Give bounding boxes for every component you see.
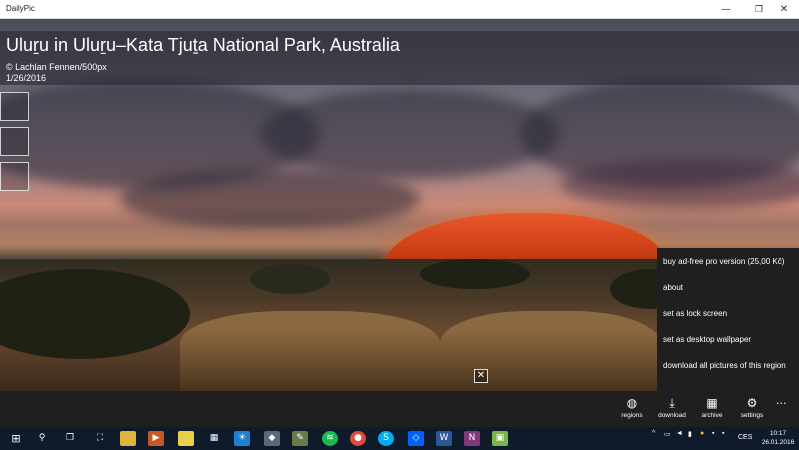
menu-item-download-all[interactable]: download all pictures of this region [663, 361, 786, 370]
download-button[interactable]: ⤓ download [652, 396, 692, 419]
weather-icon[interactable]: ☀ [234, 431, 250, 446]
bush [0, 269, 190, 359]
grass [180, 311, 440, 391]
bush [250, 264, 330, 294]
archive-button[interactable]: ▦ archive [692, 396, 732, 419]
menu-item-about[interactable]: about [663, 283, 683, 292]
download-icon: ⤓ [669, 396, 675, 410]
cloud [260, 89, 560, 179]
app-command-bar: ◍ regions ⤓ download ▦ archive ⚙ setting… [0, 391, 799, 427]
settings-label: settings [740, 412, 764, 419]
tool-icon[interactable]: ✎ [292, 431, 308, 446]
system-clock[interactable]: 10:17 26.01.2016 [758, 429, 798, 447]
volume-icon[interactable]: ◄ [676, 430, 683, 437]
network-icon[interactable]: ▭ [664, 430, 671, 438]
app-title: DailyPic [6, 4, 35, 13]
input-language[interactable]: CES [738, 434, 752, 441]
show-hidden-icons-icon[interactable]: ^ [652, 430, 655, 437]
gear-icon: ⚙ [746, 396, 758, 410]
calendar-icon: ▦ [706, 396, 718, 410]
archive-label: archive [701, 412, 723, 419]
task-view-icon[interactable]: ❐ [62, 431, 78, 446]
thumbnail-slot[interactable] [0, 92, 29, 121]
grass [440, 311, 660, 391]
close-window-button[interactable]: ✕ [769, 0, 799, 19]
tray-app-icon[interactable]: ▪ [722, 430, 724, 437]
cloud [560, 159, 799, 209]
battery-icon[interactable]: ▮ [688, 430, 692, 438]
bush [420, 259, 530, 289]
regions-button[interactable]: ◍ regions [612, 396, 652, 419]
start-icon[interactable]: ⊞ [8, 431, 24, 446]
photo-credit: © Lachlan Fennen/500px [6, 62, 107, 72]
word-icon[interactable]: W [436, 431, 452, 446]
notification-app-icon[interactable]: ● [700, 430, 704, 437]
folder-icon[interactable] [178, 431, 194, 446]
minimize-button[interactable]: — [711, 0, 741, 19]
photo-caption: Uluṟu in Uluṟu–Kata Tjuṯa National Park,… [0, 31, 799, 85]
photo-date: 1/26/2016 [6, 73, 47, 83]
taskbar: ⊞ ⚲ ❐ ⛶ ▶ ▦ ☀ ◆ ✎ ≋ ● S ◇ W N ▣ ^ ▭ ◄ ▮ … [0, 427, 799, 450]
clock-time: 10:17 [769, 430, 787, 437]
menu-item-buy-pro[interactable]: buy ad-free pro version (25,00 Kč) [663, 257, 784, 266]
paint-icon[interactable]: ◆ [264, 431, 280, 446]
spotify-icon[interactable]: ≋ [322, 431, 338, 446]
clock-date: 26.01.2016 [761, 439, 795, 446]
globe-icon: ◍ [626, 396, 638, 410]
tray-app-icon[interactable]: ▪ [712, 430, 714, 437]
menu-item-desktop-wallpaper[interactable]: set as desktop wallpaper [663, 335, 751, 344]
more-options-button[interactable]: ··· [776, 397, 787, 410]
chrome-icon[interactable]: ● [350, 431, 366, 446]
skype-icon[interactable]: S [378, 431, 394, 446]
search-icon[interactable]: ⚲ [34, 431, 50, 446]
menu-item-lock-screen[interactable]: set as lock screen [663, 309, 727, 318]
calculator-icon[interactable]: ▦ [206, 431, 222, 446]
thumbnail-slot[interactable] [0, 127, 29, 156]
photo-title: Uluṟu in Uluṟu–Kata Tjuṯa National Park,… [6, 35, 400, 55]
regions-label: regions [621, 412, 643, 419]
dropbox-icon[interactable]: ◇ [408, 431, 424, 446]
cloud [120, 169, 420, 229]
file-explorer-icon[interactable] [120, 431, 136, 446]
window-title-bar: DailyPic — ❐ ✕ [0, 0, 799, 19]
close-icon[interactable]: ✕ [474, 369, 488, 383]
store-icon[interactable]: ⛶ [92, 431, 108, 446]
thumbnail-slot[interactable] [0, 162, 29, 191]
media-player-icon[interactable]: ▶ [148, 431, 164, 446]
more-menu: buy ad-free pro version (25,00 Kč) about… [657, 248, 799, 391]
onenote-icon[interactable]: N [464, 431, 480, 446]
dailypic-taskbar-icon[interactable]: ▣ [492, 431, 508, 446]
settings-button[interactable]: ⚙ settings [732, 396, 772, 419]
download-label: download [658, 412, 686, 419]
